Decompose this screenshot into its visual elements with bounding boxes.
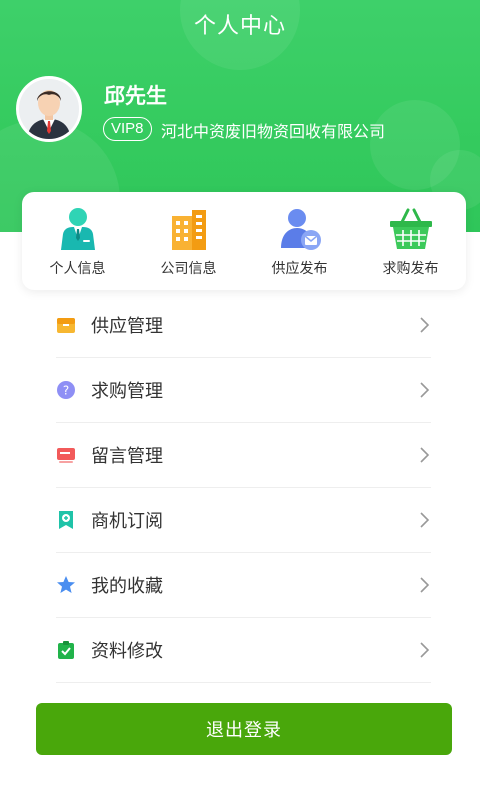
menu-list: 供应管理 ? 求购管理 留言管理 商机订阅 我的收藏 资料修改	[56, 293, 431, 683]
chevron-right-icon	[420, 382, 430, 398]
box-icon	[57, 318, 75, 333]
chevron-right-icon	[420, 642, 430, 658]
menu-item-label: 商机订阅	[91, 511, 163, 531]
person-icon	[60, 208, 95, 250]
menu-item-label: 我的收藏	[91, 576, 163, 596]
svg-text:?: ?	[63, 384, 69, 398]
question-bubble-icon: ?	[57, 381, 75, 399]
menu-item-edit-profile[interactable]: 资料修改	[56, 618, 431, 683]
menu-item-label: 资料修改	[91, 641, 163, 661]
quick-action-label: 供应发布	[271, 260, 328, 276]
menu-item-message-management[interactable]: 留言管理	[56, 423, 431, 488]
page-title: 个人中心	[193, 13, 286, 38]
company-name: 河北中资废旧物资回收有限公司	[161, 124, 386, 141]
chevron-right-icon	[420, 447, 430, 463]
chevron-right-icon	[420, 317, 430, 333]
clipboard-check-icon	[58, 641, 74, 659]
quick-action-label: 个人信息	[49, 260, 106, 276]
quick-action-label: 求购发布	[382, 260, 439, 276]
user-name: 邱先生	[104, 85, 167, 108]
quick-action-purchase-publish[interactable]: 求购发布	[355, 192, 466, 290]
menu-item-label: 留言管理	[91, 446, 163, 466]
chevron-right-icon	[420, 577, 430, 593]
menu-item-supply-management[interactable]: 供应管理	[56, 293, 431, 358]
subscription-icon	[59, 511, 73, 529]
star-icon	[57, 576, 75, 593]
menu-item-business-subscription[interactable]: 商机订阅	[56, 488, 431, 553]
basket-icon	[389, 208, 432, 249]
logout-button[interactable]: 退出登录	[36, 703, 452, 755]
menu-item-my-favorites[interactable]: 我的收藏	[56, 553, 431, 618]
menu-item-purchase-management[interactable]: ? 求购管理	[56, 358, 431, 423]
quick-action-label: 公司信息	[160, 260, 217, 276]
quick-action-supply-publish[interactable]: 供应发布	[244, 192, 355, 290]
chevron-right-icon	[420, 512, 430, 528]
avatar[interactable]	[16, 76, 82, 142]
avatar-person-icon	[19, 79, 79, 139]
vip-badge: VIP8	[103, 117, 152, 141]
quick-action-personal-info[interactable]: 个人信息	[22, 192, 133, 290]
building-icon	[171, 210, 206, 250]
menu-item-label: 求购管理	[91, 381, 163, 401]
quick-actions-card: 个人信息 公司信息 供应发布 求购发布	[22, 192, 466, 290]
user-mail-icon	[280, 209, 321, 250]
quick-action-company-info[interactable]: 公司信息	[133, 192, 244, 290]
menu-item-label: 供应管理	[91, 316, 163, 336]
message-card-icon	[57, 448, 75, 463]
